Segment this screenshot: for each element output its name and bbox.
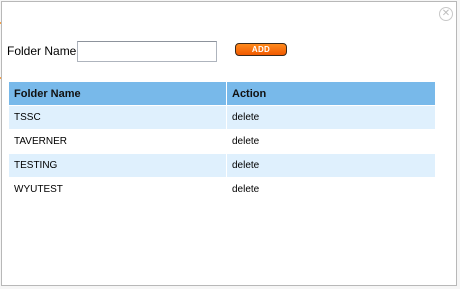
table-row: TAVERNER delete — [9, 130, 435, 153]
folder-name-cell: TESTING — [9, 154, 226, 177]
delete-link[interactable]: delete — [227, 130, 435, 153]
folder-name-cell: WYUTEST — [9, 178, 226, 201]
folder-name-cell: TSSC — [9, 106, 226, 129]
delete-link[interactable]: delete — [227, 106, 435, 129]
folder-name-label: Folder Name — [7, 44, 77, 58]
add-folder-form: Folder Name — [7, 40, 218, 62]
folders-table-container: Folder Name Action TSSC delete TAVERNER … — [8, 81, 436, 202]
close-icon[interactable]: ✕ — [439, 7, 453, 21]
add-button[interactable]: ADD — [235, 43, 287, 56]
folders-table: Folder Name Action TSSC delete TAVERNER … — [8, 81, 436, 202]
folder-name-cell: TAVERNER — [9, 130, 226, 153]
column-header-action: Action — [227, 82, 435, 105]
table-row: TESTING delete — [9, 154, 435, 177]
delete-link[interactable]: delete — [227, 178, 435, 201]
column-header-folder-name: Folder Name — [9, 82, 226, 105]
table-row: WYUTEST delete — [9, 178, 435, 201]
table-header-row: Folder Name Action — [9, 82, 435, 105]
folder-dialog: ✕ Folder Name ADD Folder Name Action TSS… — [1, 1, 457, 286]
table-row: TSSC delete — [9, 106, 435, 129]
folder-name-input[interactable] — [77, 40, 218, 62]
delete-link[interactable]: delete — [227, 154, 435, 177]
